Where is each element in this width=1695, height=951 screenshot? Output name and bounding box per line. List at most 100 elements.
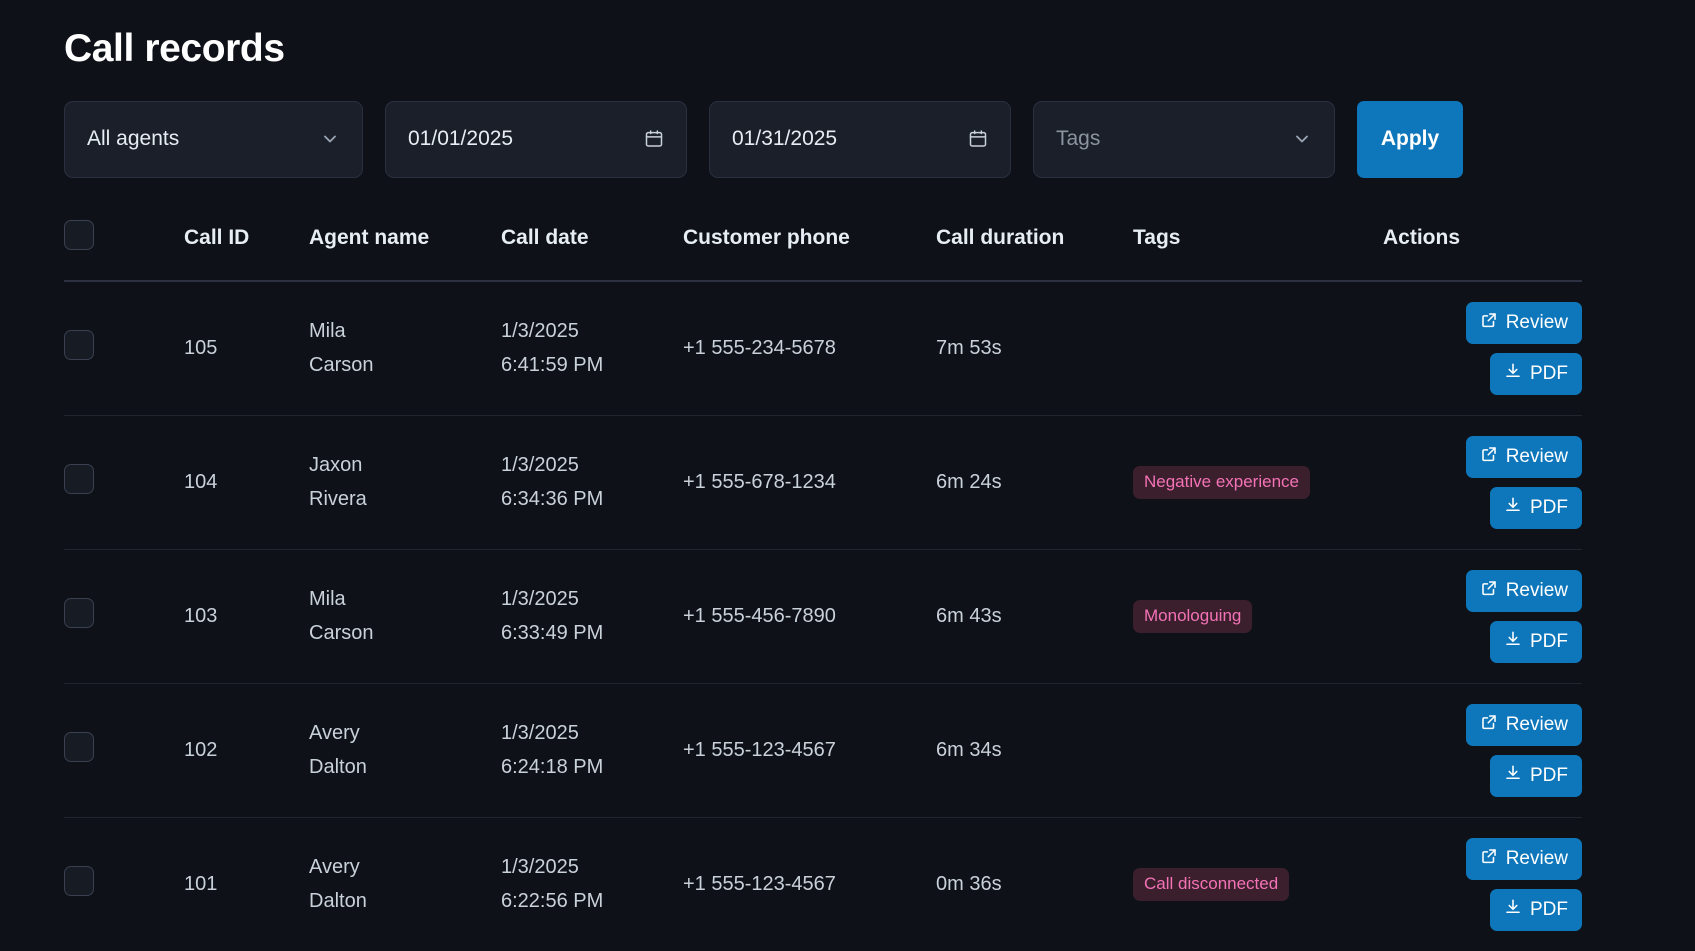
call-time-value: 6:24:18 PM bbox=[501, 756, 604, 779]
tag-chip: Monologuing bbox=[1133, 599, 1253, 633]
tag-chip: Call disconnected bbox=[1133, 867, 1290, 901]
review-button-label: Review bbox=[1505, 713, 1568, 735]
table-row: 102 Avery Dalton 1/3/2025 6:24:18 PM +1 … bbox=[64, 683, 1582, 818]
cell-agent-name: Mila Carson bbox=[309, 280, 501, 416]
call-date-value: 1/3/2025 bbox=[501, 856, 579, 879]
cell-agent-name: Jaxon Rivera bbox=[309, 415, 501, 550]
cell-call-duration: 6m 34s bbox=[936, 683, 1133, 818]
call-time-value: 6:33:49 PM bbox=[501, 622, 604, 645]
download-icon bbox=[1504, 630, 1522, 654]
download-icon bbox=[1504, 362, 1522, 386]
download-icon bbox=[1504, 496, 1522, 520]
external-link-icon bbox=[1480, 311, 1498, 335]
agent-last-name: Dalton bbox=[309, 756, 367, 779]
pdf-button[interactable]: PDF bbox=[1490, 888, 1582, 931]
pdf-button[interactable]: PDF bbox=[1490, 620, 1582, 663]
row-select-cell bbox=[64, 280, 184, 416]
agent-last-name: Carson bbox=[309, 622, 374, 645]
agent-filter-select[interactable]: All agents bbox=[64, 100, 363, 178]
cell-tags bbox=[1133, 280, 1383, 416]
cell-call-id: 105 bbox=[184, 280, 309, 416]
cell-tags bbox=[1133, 683, 1383, 818]
review-button[interactable]: Review bbox=[1465, 569, 1582, 612]
review-button-label: Review bbox=[1505, 847, 1568, 869]
cell-call-id: 104 bbox=[184, 415, 309, 550]
download-icon bbox=[1504, 764, 1522, 788]
cell-call-id: 102 bbox=[184, 683, 309, 818]
call-records-page: Call records All agents 01/01/2025 01/31… bbox=[0, 0, 1695, 951]
cell-customer-phone: +1 555-456-7890 bbox=[683, 549, 936, 684]
calendar-icon[interactable] bbox=[968, 128, 988, 150]
cell-tags: Call disconnected bbox=[1133, 817, 1383, 951]
pdf-button[interactable]: PDF bbox=[1490, 352, 1582, 395]
cell-call-date: 1/3/2025 6:22:56 PM bbox=[501, 817, 683, 951]
select-all-header bbox=[64, 219, 184, 281]
table-row: 104 Jaxon Rivera 1/3/2025 6:34:36 PM +1 … bbox=[64, 415, 1582, 550]
calendar-icon[interactable] bbox=[644, 128, 664, 150]
call-date-value: 1/3/2025 bbox=[501, 320, 579, 343]
review-button[interactable]: Review bbox=[1465, 703, 1582, 746]
row-checkbox[interactable] bbox=[64, 330, 94, 361]
cell-call-id: 101 bbox=[184, 817, 309, 951]
column-header-tags: Tags bbox=[1133, 225, 1181, 249]
review-button-label: Review bbox=[1505, 579, 1568, 601]
cell-call-date: 1/3/2025 6:24:18 PM bbox=[501, 683, 683, 818]
pdf-button[interactable]: PDF bbox=[1490, 754, 1582, 797]
external-link-icon bbox=[1480, 713, 1498, 737]
cell-actions: Review PDF bbox=[1383, 683, 1582, 818]
column-header-call-date: Call date bbox=[501, 225, 589, 249]
row-select-cell bbox=[64, 683, 184, 818]
table-body: 105 Mila Carson 1/3/2025 6:41:59 PM +1 5… bbox=[64, 280, 1582, 951]
agent-first-name: Avery bbox=[309, 722, 360, 745]
external-link-icon bbox=[1480, 579, 1498, 603]
table-header-row: Call ID Agent name Call date Customer ph… bbox=[64, 219, 1582, 281]
row-checkbox[interactable] bbox=[64, 866, 94, 897]
review-button[interactable]: Review bbox=[1465, 301, 1582, 344]
cell-agent-name: Avery Dalton bbox=[309, 817, 501, 951]
review-button[interactable]: Review bbox=[1465, 435, 1582, 478]
call-time-value: 6:41:59 PM bbox=[501, 354, 604, 377]
call-date-value: 1/3/2025 bbox=[501, 722, 579, 745]
cell-customer-phone: +1 555-123-4567 bbox=[683, 817, 936, 951]
agent-first-name: Mila bbox=[309, 588, 346, 611]
agent-last-name: Carson bbox=[309, 354, 374, 377]
cell-call-duration: 6m 24s bbox=[936, 415, 1133, 550]
review-button-label: Review bbox=[1505, 445, 1568, 467]
tags-filter-value: Tags bbox=[1056, 127, 1101, 151]
external-link-icon bbox=[1480, 445, 1498, 469]
date-from-value: 01/01/2025 bbox=[408, 127, 514, 151]
column-header-call-duration: Call duration bbox=[936, 225, 1065, 249]
row-checkbox[interactable] bbox=[64, 598, 94, 629]
select-all-checkbox[interactable] bbox=[64, 219, 94, 250]
pdf-button-label: PDF bbox=[1530, 898, 1568, 920]
review-button-label: Review bbox=[1505, 311, 1568, 333]
cell-call-duration: 0m 36s bbox=[936, 817, 1133, 951]
call-date-value: 1/3/2025 bbox=[501, 588, 579, 611]
apply-button[interactable]: Apply bbox=[1357, 100, 1463, 178]
cell-actions: Review PDF bbox=[1383, 415, 1582, 550]
cell-customer-phone: +1 555-678-1234 bbox=[683, 415, 936, 550]
column-header-call-id: Call ID bbox=[184, 225, 250, 249]
date-to-input[interactable]: 01/31/2025 bbox=[709, 100, 1011, 178]
agent-last-name: Dalton bbox=[309, 890, 367, 913]
column-header-actions: Actions bbox=[1383, 225, 1461, 249]
call-records-table: Call ID Agent name Call date Customer ph… bbox=[64, 219, 1582, 951]
agent-filter-value: All agents bbox=[87, 127, 180, 151]
row-checkbox[interactable] bbox=[64, 732, 94, 763]
date-from-input[interactable]: 01/01/2025 bbox=[385, 100, 687, 178]
pdf-button-label: PDF bbox=[1530, 496, 1568, 518]
cell-agent-name: Avery Dalton bbox=[309, 683, 501, 818]
action-button-stack: Review PDF bbox=[1383, 435, 1582, 529]
tags-filter-select[interactable]: Tags bbox=[1033, 100, 1335, 178]
cell-customer-phone: +1 555-123-4567 bbox=[683, 683, 936, 818]
chevron-down-icon bbox=[320, 129, 340, 149]
cell-tags: Negative experience bbox=[1133, 415, 1383, 550]
agent-last-name: Rivera bbox=[309, 488, 367, 511]
row-checkbox[interactable] bbox=[64, 464, 94, 495]
agent-first-name: Jaxon bbox=[309, 454, 363, 477]
cell-call-duration: 7m 53s bbox=[936, 280, 1133, 416]
pdf-button[interactable]: PDF bbox=[1490, 486, 1582, 529]
action-button-stack: Review PDF bbox=[1383, 837, 1582, 931]
review-button[interactable]: Review bbox=[1465, 837, 1582, 880]
call-time-value: 6:22:56 PM bbox=[501, 890, 604, 913]
